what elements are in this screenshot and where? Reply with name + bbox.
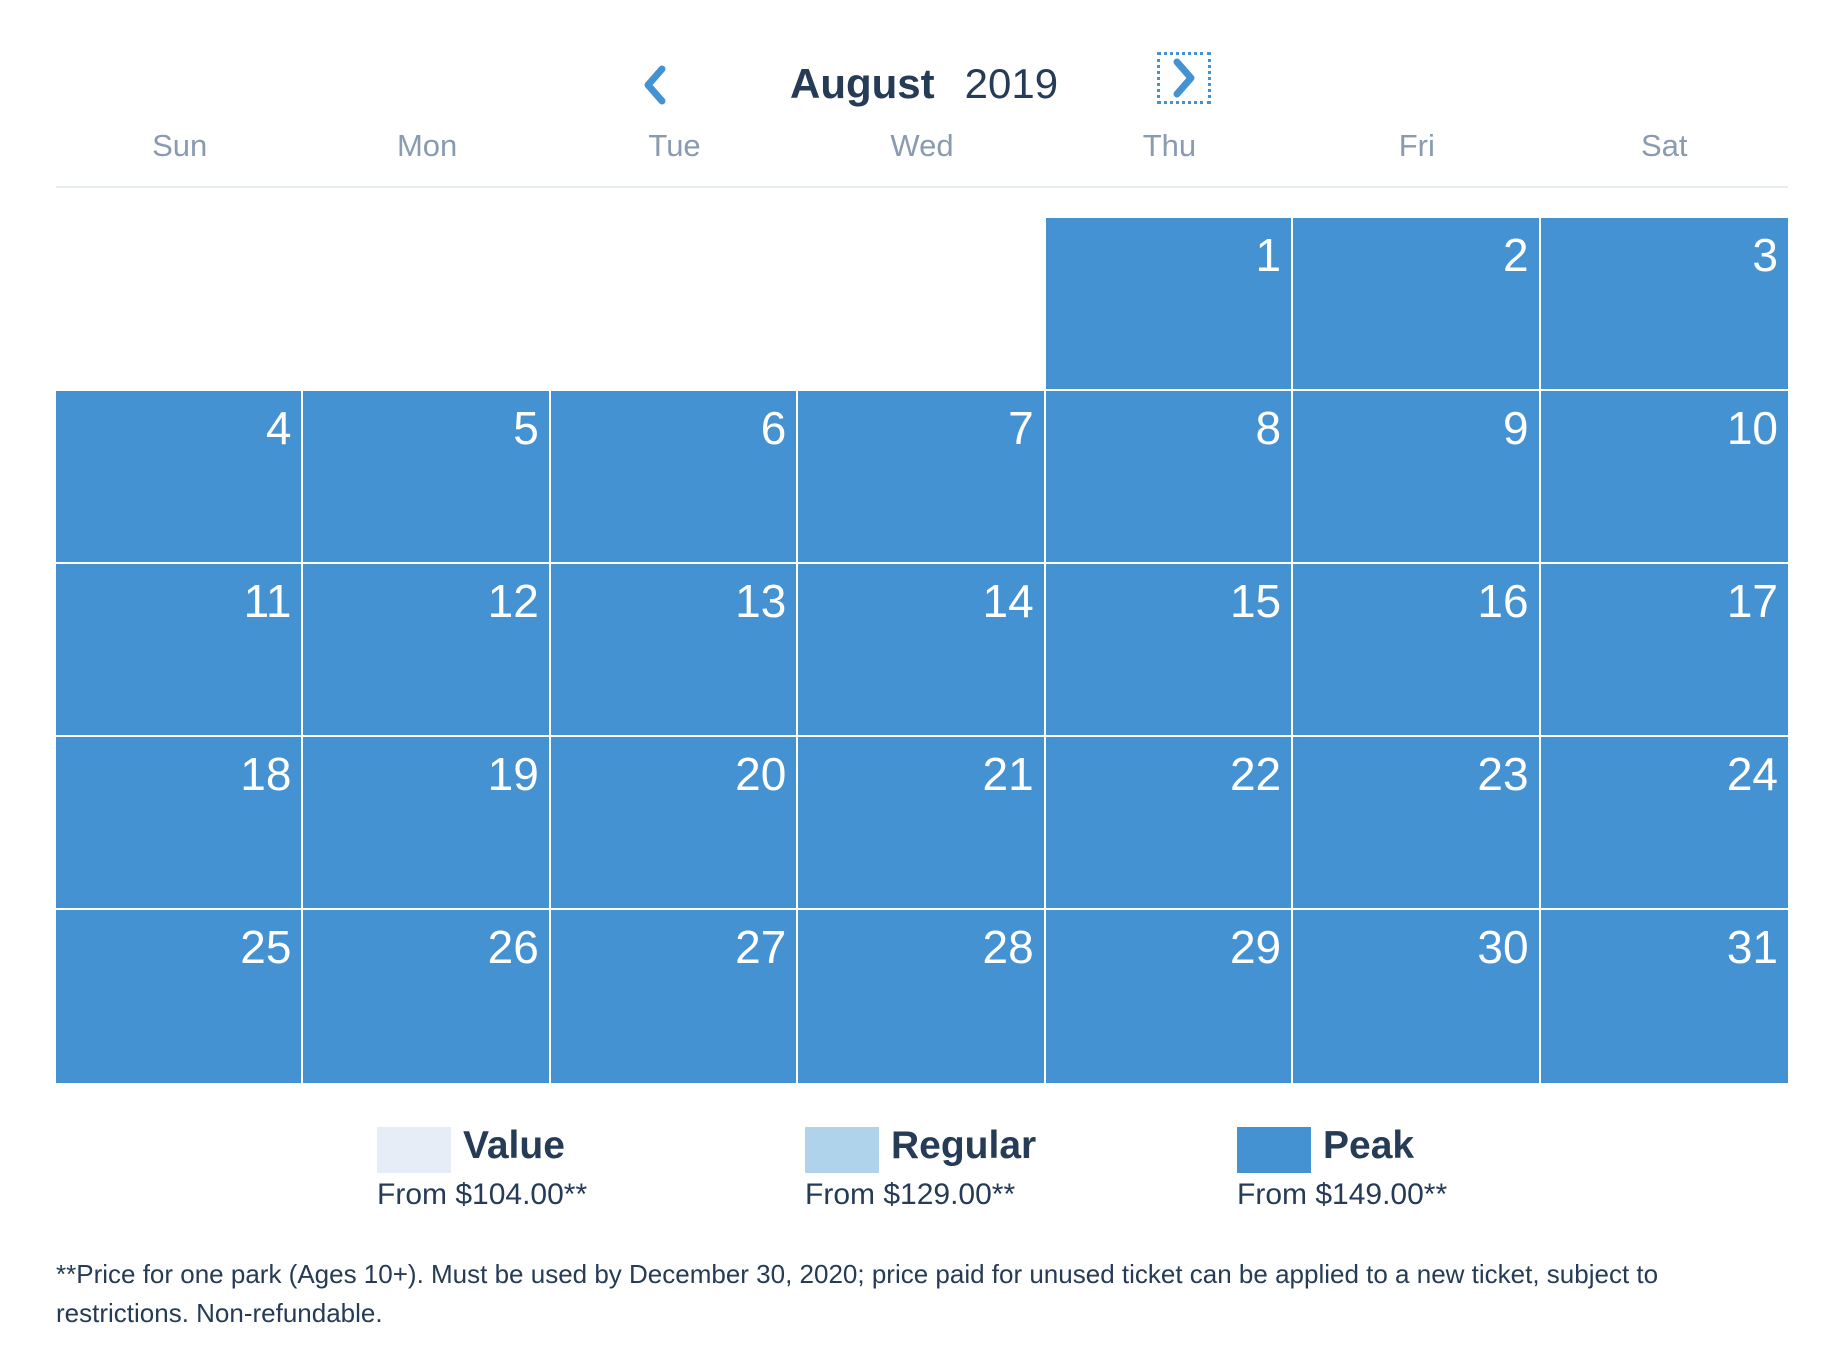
day-number: 22 [1229,748,1282,800]
calendar-day-cell[interactable]: 11 [56,564,304,737]
day-number: 18 [240,748,292,800]
day-number: 20 [735,748,787,800]
calendar-day-cell[interactable]: 19 [303,737,551,910]
calendar-day-cell[interactable]: 30 [1293,910,1541,1083]
calendar-day-cell[interactable]: 12 [303,564,551,737]
calendar-day-cell[interactable]: 3 [1540,218,1788,391]
calendar-day-cell[interactable]: 10 [1540,391,1788,564]
calendar-day-cell[interactable]: 17 [1540,564,1788,737]
legend-swatch-regular [805,1127,879,1173]
calendar-day-cell[interactable]: 24 [1540,737,1788,910]
empty-day-cell [303,218,550,391]
legend-price: From $104.00** [377,1178,588,1211]
day-number: 10 [1726,402,1778,454]
calendar-day-cell[interactable]: 26 [303,910,551,1083]
weekday-sun: Sun [152,128,208,163]
day-number: 13 [735,575,787,627]
weekday-header-row: Sun Mon Tue Wed Thu Fri Sat [56,128,1788,164]
day-number: 12 [487,575,539,627]
weekday-thu: Thu [1142,128,1197,163]
calendar-day-cell[interactable]: 23 [1293,737,1541,910]
day-number: 9 [1502,402,1529,454]
calendar-day-cell[interactable]: 5 [303,391,551,564]
month-year-title: August 2019 [790,54,1058,114]
day-number: 29 [1229,921,1282,973]
calendar-grid: 1 2 3 4 5 6 7 8 9 10 11 12 13 14 15 16 17 18 19 20 21 22 23 24 2… [56,218,1788,1083]
calendar-day-cell[interactable]: 18 [56,737,304,910]
legend-label: Regular [891,1124,1037,1167]
legend-price: From $129.00** [805,1178,1016,1211]
next-month-button[interactable] [1157,52,1211,104]
calendar-day-cell[interactable]: 25 [56,910,304,1083]
previous-month-button[interactable] [630,58,680,112]
month-label: August [790,60,935,107]
legend-price: From $149.00** [1237,1178,1448,1211]
legend-swatch-peak [1237,1127,1311,1173]
calendar-day-cell[interactable]: 8 [1045,391,1294,564]
day-number: 5 [513,402,539,454]
year-label: 2019 [964,60,1059,107]
header-divider [56,186,1788,188]
calendar-day-cell[interactable]: 15 [1045,564,1294,737]
day-number: 30 [1477,921,1529,973]
day-number: 15 [1229,575,1282,627]
day-number: 25 [240,921,292,973]
calendar-day-cell[interactable]: 4 [56,391,304,564]
weekday-mon: Mon [396,128,458,163]
price-legend: Value From $104.00** Regular From $129.0… [0,1124,1826,1224]
chevron-right-icon [1173,58,1195,98]
day-number: 4 [265,402,292,454]
calendar-day-cell[interactable]: 2 [1293,218,1541,391]
calendar-day-cell[interactable]: 28 [798,910,1046,1083]
day-number: 19 [487,748,539,800]
weekday-wed: Wed [890,128,954,163]
calendar-day-cell[interactable]: 29 [1045,910,1294,1083]
day-number: 16 [1477,575,1529,627]
calendar-day-cell[interactable]: 21 [798,737,1046,910]
calendar-day-cell[interactable]: 20 [550,737,799,910]
calendar-day-cell[interactable]: 13 [550,564,799,737]
legend-label: Value [463,1124,565,1167]
day-number: 21 [982,748,1034,800]
calendar-day-cell[interactable]: 1 [1045,218,1294,391]
day-number: 23 [1477,748,1529,800]
day-number: 31 [1726,921,1778,973]
day-number: 7 [1008,402,1034,454]
calendar-header: August 2019 [0,50,1826,120]
price-footnote: **Price for one park (Ages 10+). Must be… [56,1259,1659,1328]
calendar-day-cell[interactable]: 22 [1045,737,1294,910]
calendar-day-cell[interactable]: 27 [550,910,799,1083]
day-number: 17 [1726,575,1778,627]
day-number: 14 [982,575,1034,627]
day-number: 27 [735,921,787,973]
calendar-day-cell[interactable]: 7 [798,391,1046,564]
calendar-day-cell[interactable]: 16 [1293,564,1541,737]
weekday-sat: Sat [1640,128,1688,163]
day-number: 11 [243,575,292,627]
chevron-left-icon [644,65,666,105]
day-number: 2 [1502,229,1529,281]
calendar-day-cell[interactable]: 6 [550,391,799,564]
calendar-day-cell[interactable]: 31 [1540,910,1788,1083]
day-number: 28 [982,921,1034,973]
empty-day-cell [551,218,798,391]
day-number: 24 [1726,748,1778,800]
day-number: 3 [1752,229,1778,281]
weekday-tue: Tue [648,128,701,163]
weekday-fri: Fri [1398,128,1435,163]
legend-label: Peak [1323,1124,1415,1167]
day-number: 8 [1255,402,1282,454]
empty-day-cell [798,218,1045,391]
day-number: 6 [760,402,787,454]
day-number: 26 [487,921,539,973]
empty-day-cell [56,218,303,391]
calendar-day-cell[interactable]: 14 [798,564,1046,737]
legend-swatch-value [377,1127,451,1173]
calendar-day-cell[interactable]: 9 [1293,391,1541,564]
day-number: 1 [1255,229,1282,281]
